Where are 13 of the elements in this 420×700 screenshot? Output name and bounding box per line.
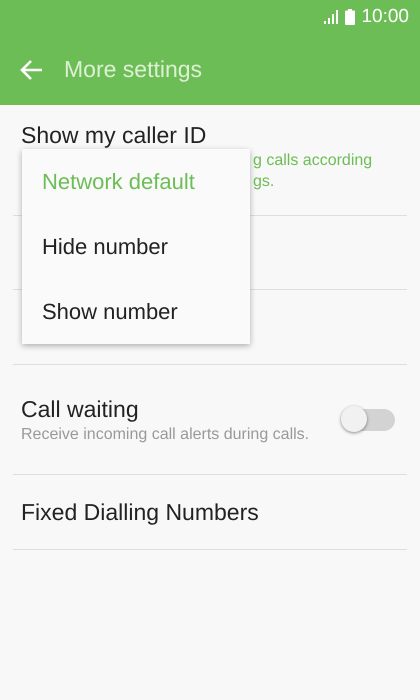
menu-option[interactable]: Show number (22, 279, 250, 344)
menu-option[interactable]: Hide number (22, 214, 250, 279)
screen-title: More settings (64, 56, 202, 83)
setting-title: Fixed Dialling Numbers (21, 498, 260, 527)
status-time: 10:00 (361, 6, 409, 28)
setting-summary: gs. (253, 172, 276, 192)
signal-icon (323, 10, 340, 24)
setting-summary: g calls according (253, 151, 374, 171)
battery-icon (345, 9, 356, 25)
back-button[interactable] (20, 58, 44, 80)
setting-summary: Receive incoming call alerts during calls. (21, 425, 310, 445)
setting-title: Show my caller ID (21, 121, 208, 150)
setting-title: Call waiting (21, 395, 140, 424)
